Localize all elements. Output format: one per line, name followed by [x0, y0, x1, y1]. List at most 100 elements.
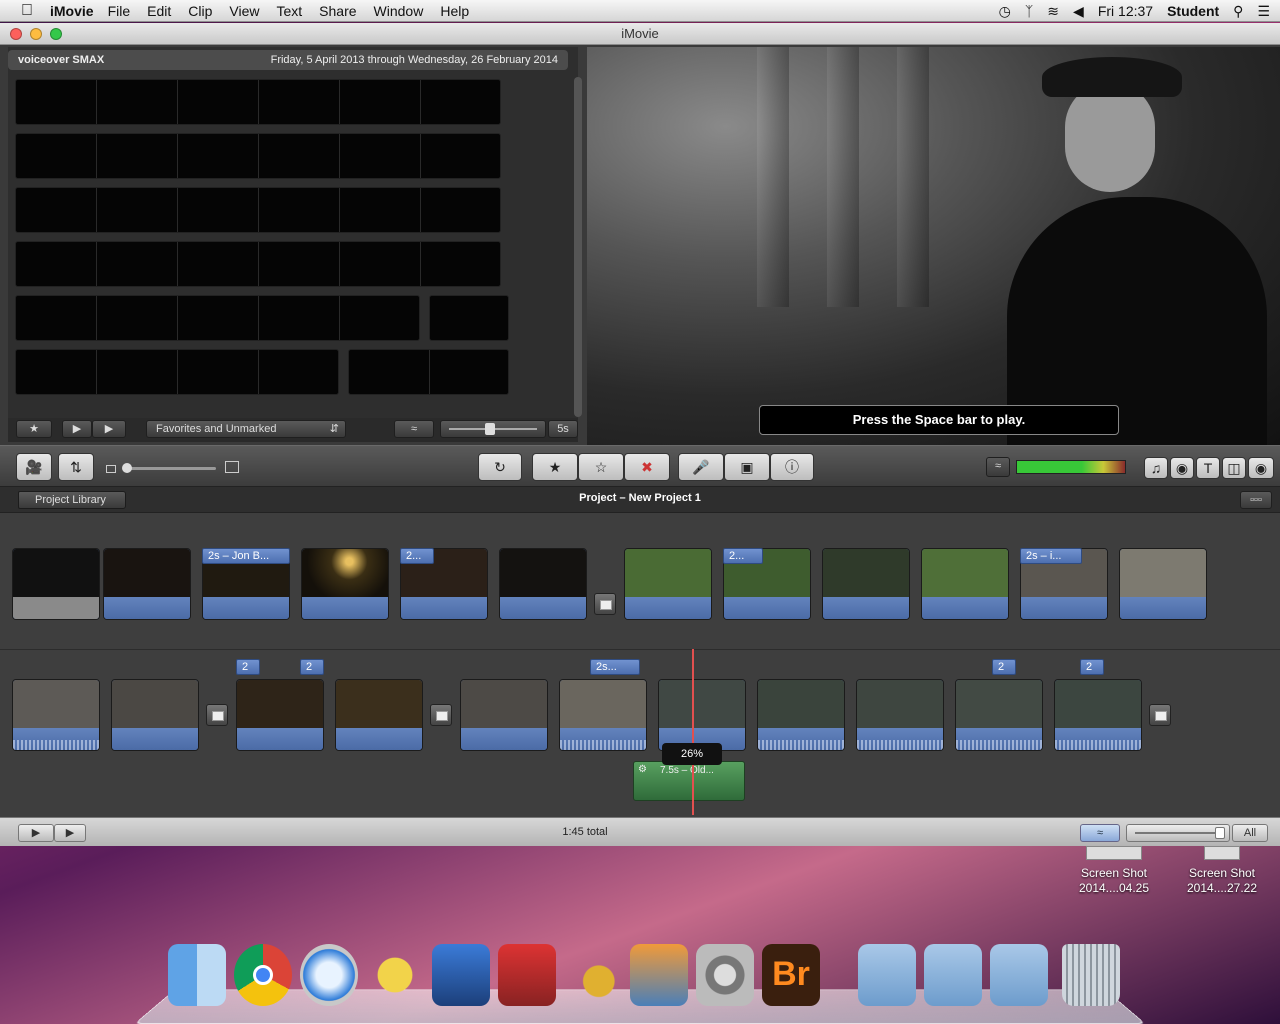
cocktail-icon[interactable]: [564, 944, 622, 1006]
swap-events-projects-button[interactable]: ⇅: [58, 453, 94, 481]
project-library-button[interactable]: Project Library: [18, 491, 126, 509]
menu-app-name[interactable]: iMovie: [50, 3, 94, 19]
project-clip[interactable]: [12, 679, 100, 751]
play-project-button[interactable]: ▶: [54, 824, 86, 842]
slider-thumb[interactable]: [485, 423, 495, 435]
menu-file[interactable]: File: [108, 3, 131, 19]
event-list-toggle-button[interactable]: ★: [16, 420, 52, 438]
event-filmstrip[interactable]: [15, 79, 501, 125]
filter-select[interactable]: Favorites and Unmarked ⇵: [146, 420, 346, 438]
add-to-project-button[interactable]: ↻: [478, 453, 522, 481]
event-filmstrip[interactable]: [429, 295, 509, 341]
apple-icon[interactable]: : [12, 2, 42, 20]
spotlight-icon[interactable]: ⚲: [1233, 3, 1243, 20]
playhead[interactable]: [692, 649, 694, 815]
project-clip[interactable]: [111, 679, 199, 751]
event-filmstrip[interactable]: [15, 241, 501, 287]
music-icon[interactable]: ♫: [1144, 457, 1168, 479]
project-clip[interactable]: [955, 679, 1043, 751]
project-clip[interactable]: [499, 548, 587, 620]
zoom-all-button[interactable]: All: [1232, 824, 1268, 842]
event-filmstrip[interactable]: [15, 295, 420, 341]
project-clip[interactable]: [335, 679, 423, 751]
project-clip[interactable]: [921, 548, 1009, 620]
project-clip[interactable]: [757, 679, 845, 751]
voiceover-audio-clip[interactable]: ⚙ 7.5s – Old...: [633, 761, 745, 801]
event-filmstrip[interactable]: [15, 133, 501, 179]
menu-help[interactable]: Help: [440, 3, 469, 19]
transition-icon[interactable]: [430, 704, 452, 726]
project-clip[interactable]: [658, 679, 746, 751]
audio-adjust-icon[interactable]: ≈: [986, 457, 1010, 477]
project-clip[interactable]: [559, 679, 647, 751]
menu-edit[interactable]: Edit: [147, 3, 171, 19]
reject-button[interactable]: ✖: [624, 453, 670, 481]
thumbnail-duration-slider[interactable]: [440, 420, 546, 438]
audio-waveform-button[interactable]: ≈: [394, 420, 434, 438]
transition-icon[interactable]: [594, 593, 616, 615]
title-flag[interactable]: 2: [992, 659, 1016, 675]
final-cut-icon[interactable]: [432, 944, 490, 1006]
imovie-icon[interactable]: [366, 944, 424, 1006]
bridge-icon[interactable]: Br: [762, 944, 820, 1006]
transition-icon[interactable]: [206, 704, 228, 726]
audio-waveform-toggle-button[interactable]: ≈: [1080, 824, 1120, 842]
minimize-icon[interactable]: [30, 28, 42, 40]
project-clip[interactable]: [301, 548, 389, 620]
transition-icon[interactable]: [1149, 704, 1171, 726]
slider-thumb[interactable]: [1215, 827, 1225, 839]
photo-icon[interactable]: ◉: [1170, 457, 1194, 479]
menu-clock[interactable]: Fri 12:37: [1098, 3, 1153, 19]
menu-text[interactable]: Text: [276, 3, 302, 19]
safari-icon[interactable]: [300, 944, 358, 1006]
applications-folder-icon[interactable]: [990, 944, 1048, 1006]
volume-icon[interactable]: ◀: [1073, 3, 1084, 20]
title-flag[interactable]: 2s – Jon B...: [202, 548, 290, 564]
project-clip[interactable]: [1119, 548, 1207, 620]
movies-folder-icon[interactable]: [858, 944, 916, 1006]
wifi-icon[interactable]: ≋: [1047, 3, 1059, 20]
zoom-icon[interactable]: [50, 28, 62, 40]
desktop-file-screenshot[interactable]: Screen Shot 2014....27.22: [1172, 846, 1272, 896]
mark-favorite-button[interactable]: ★: [532, 453, 578, 481]
camera-import-button[interactable]: 🎥: [16, 453, 52, 481]
project-clip[interactable]: [822, 548, 910, 620]
voiceover-icon[interactable]: 🎤: [678, 453, 724, 481]
title-flag[interactable]: 2s – i...: [1020, 548, 1082, 564]
notification-center-icon[interactable]: ☰: [1257, 3, 1270, 20]
info-icon[interactable]: ⓘ: [770, 453, 814, 481]
slider-thumb[interactable]: [122, 463, 132, 473]
video-viewer[interactable]: Press the Space bar to play.: [587, 47, 1280, 445]
menu-share[interactable]: Share: [319, 3, 356, 19]
project-clip[interactable]: [103, 548, 191, 620]
title-flag[interactable]: 2...: [723, 548, 763, 564]
event-filmstrip[interactable]: [348, 349, 509, 395]
menu-user[interactable]: Student: [1167, 3, 1219, 19]
system-preferences-icon[interactable]: [696, 944, 754, 1006]
title-flag[interactable]: 2: [1080, 659, 1104, 675]
bluetooth-icon[interactable]: ᛉ: [1025, 3, 1033, 19]
project-clip[interactable]: [460, 679, 548, 751]
project-clip[interactable]: [12, 548, 100, 620]
play-full-screen-button[interactable]: ▶: [18, 824, 54, 842]
desktop-file-screenshot[interactable]: Screen Shot 2014....04.25: [1064, 846, 1164, 896]
project-timeline[interactable]: 2s – Jon B... 2... 2... 2s – i... 2 2 2s…: [0, 513, 1280, 817]
title-flag[interactable]: 2s...: [590, 659, 640, 675]
project-clip[interactable]: [1054, 679, 1142, 751]
time-machine-icon[interactable]: ◷: [999, 3, 1011, 20]
unmark-button[interactable]: ☆: [578, 453, 624, 481]
close-icon[interactable]: [10, 28, 22, 40]
chrome-icon[interactable]: [234, 944, 292, 1006]
menu-view[interactable]: View: [229, 3, 259, 19]
thumbnail-size-slider[interactable]: [124, 467, 216, 470]
trash-icon[interactable]: [1062, 944, 1120, 1006]
project-clip[interactable]: [624, 548, 712, 620]
play-full-screen-button[interactable]: ▶: [62, 420, 92, 438]
gear-icon[interactable]: ⚙: [638, 764, 647, 775]
timeline-zoom-slider[interactable]: [1126, 824, 1230, 842]
event-filmstrip[interactable]: [15, 349, 339, 395]
title-flag[interactable]: 2...: [400, 548, 434, 564]
downloads-folder-icon[interactable]: [924, 944, 982, 1006]
title-flag[interactable]: 2: [300, 659, 324, 675]
project-clip[interactable]: [856, 679, 944, 751]
